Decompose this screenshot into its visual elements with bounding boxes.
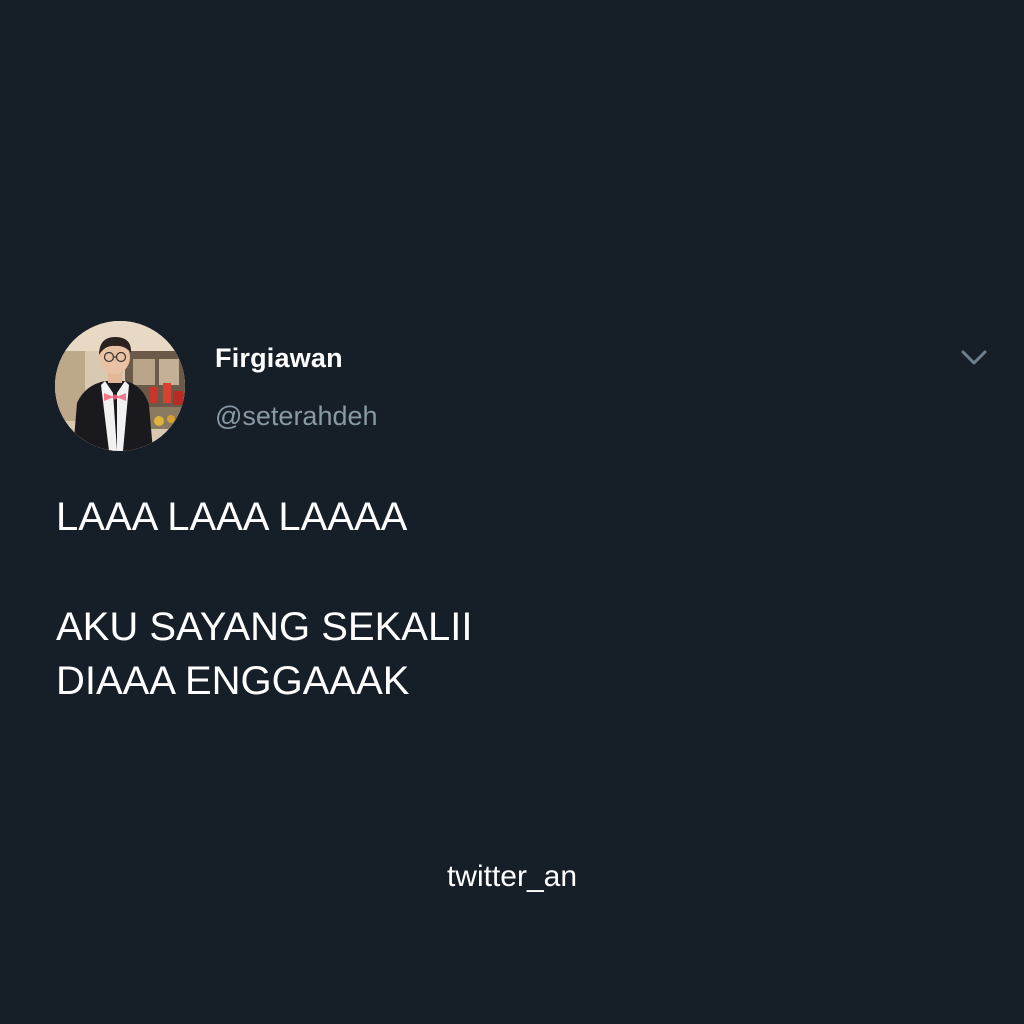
user-handle[interactable]: @seterahdeh: [215, 401, 378, 432]
tweet-text-line: AKU SAYANG SEKALII: [56, 605, 473, 649]
tweet-text-line: DIAAA ENGGAAAK: [56, 659, 410, 703]
avatar[interactable]: [55, 321, 185, 451]
avatar-photo: [55, 321, 185, 451]
tweet-card: Firgiawan @seterahdeh LAAA LAAA LAAAA AK…: [0, 0, 1024, 1024]
watermark: twitter_an: [446, 860, 578, 893]
tweet-text: LAAA LAAA LAAAA AKU SAYANG SEKALII DIAAA…: [56, 490, 472, 708]
tweet-text-line: LAAA LAAA LAAAA: [56, 495, 408, 539]
tweet-menu-button[interactable]: [958, 344, 990, 372]
chevron-down-icon: [961, 350, 987, 365]
display-name[interactable]: Firgiawan: [215, 343, 343, 374]
